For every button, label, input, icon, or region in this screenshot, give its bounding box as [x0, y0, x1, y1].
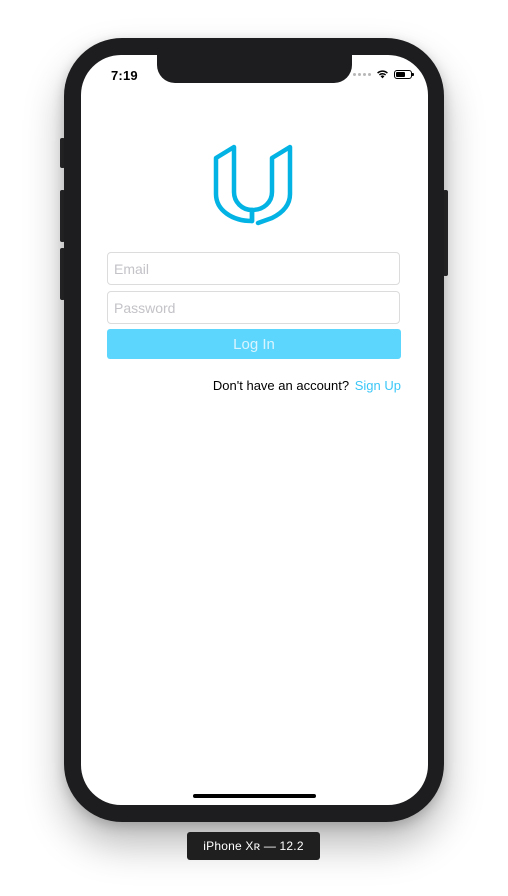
status-icons	[353, 69, 414, 79]
wifi-icon	[377, 70, 388, 79]
battery-icon	[394, 69, 414, 79]
password-field[interactable]	[107, 291, 400, 324]
signup-prompt: Don't have an account?	[212, 378, 350, 393]
signup-row: Don't have an account? Sign Up	[213, 378, 401, 393]
device-screen: 7:19 Log In	[81, 55, 428, 805]
signal-dots-icon	[353, 72, 371, 76]
notch	[157, 55, 352, 83]
simulator-device-label: iPhone Xʀ — 12.2	[187, 832, 320, 860]
status-time: 7:19	[111, 68, 138, 83]
email-field[interactable]	[107, 252, 400, 285]
home-indicator[interactable]	[193, 794, 316, 798]
login-button[interactable]: Log In	[107, 329, 401, 359]
signup-link[interactable]: Sign Up	[355, 378, 401, 393]
simulator-window: 7:19 Log In	[0, 0, 508, 896]
udacity-logo-icon	[213, 144, 293, 226]
